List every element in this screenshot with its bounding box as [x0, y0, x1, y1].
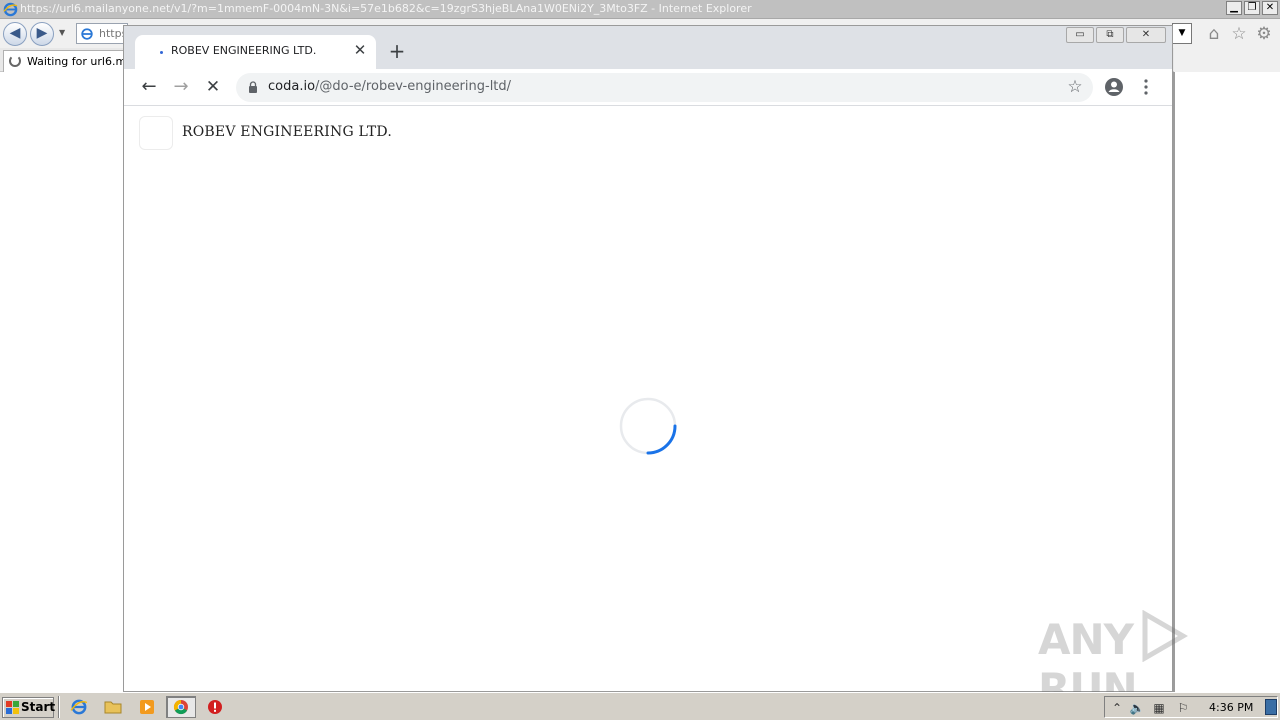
action-center-flag-icon[interactable]: ⚐ [1175, 700, 1191, 716]
doc-logo-placeholder [139, 116, 173, 150]
taskbar-explorer-folder-icon[interactable] [98, 696, 128, 718]
ie-back-button[interactable]: ◀ [3, 22, 27, 46]
loading-spinner-icon [619, 397, 677, 455]
ie-tools-gear-icon[interactable]: ⚙ [1254, 24, 1274, 44]
chrome-close-button[interactable]: ✕ [1126, 27, 1166, 43]
chrome-restore-button[interactable]: ⧉ [1096, 27, 1124, 43]
taskbar-stop-sign-icon[interactable] [200, 696, 230, 718]
ie-recent-pages-dropdown-icon[interactable]: ▼ [59, 28, 65, 37]
ie-minimize-button[interactable]: ▁ [1226, 1, 1242, 15]
ie-window-title: https://url6.mailanyone.net/v1/?m=1mmemF… [20, 2, 752, 15]
doc-title: ROBEV ENGINEERING LTD. [182, 124, 392, 140]
ie-page-icon [81, 28, 93, 40]
clock[interactable]: 4:36 PM [1209, 701, 1253, 714]
folder-icon [104, 701, 122, 714]
chrome-tab-strip: ROBEV ENGINEERING LTD. ✕ + ▭ ⧉ ✕ [124, 26, 1172, 69]
back-button[interactable]: ← [137, 75, 161, 99]
taskbar-media-player-icon[interactable] [132, 696, 162, 718]
ie-window-controls: ▁ ❐ ✕ [1226, 1, 1278, 15]
chrome-icon [173, 699, 188, 715]
profile-avatar-icon[interactable] [1104, 77, 1124, 97]
page-content: ROBEV ENGINEERING LTD. [124, 106, 1172, 691]
tray-expand-icon[interactable]: ⌃ [1109, 700, 1125, 716]
show-desktop-button[interactable] [1265, 699, 1277, 715]
ie-address-bar[interactable]: https [76, 23, 128, 44]
system-tray: ⌃ 🔈 ▦ ⚐ 4:36 PM [1104, 696, 1278, 718]
watermark-text-left: ANY [1038, 615, 1134, 664]
taskbar-chrome-icon[interactable] [166, 696, 196, 718]
chrome-window-controls: ▭ ⧉ ✕ [1066, 27, 1166, 43]
taskbar-separator [58, 696, 60, 718]
windows-flag-icon [6, 701, 19, 714]
stop-sign-icon [208, 700, 222, 714]
watermark-play-icon [1142, 609, 1188, 663]
stop-loading-button[interactable]: ✕ [201, 75, 225, 99]
ie-loading-icon [9, 55, 21, 67]
ie-favorites-icon[interactable]: ☆ [1229, 24, 1249, 44]
ie-restore-button[interactable]: ❐ [1244, 1, 1260, 15]
url-text: coda.io/@do-e/robev-engineering-ltd/ [268, 79, 511, 94]
start-label: Start [21, 700, 56, 714]
ie-icon [70, 699, 88, 715]
ie-title-bar: https://url6.mailanyone.net/v1/?m=1mmemF… [0, 0, 1280, 19]
bookmark-star-icon[interactable]: ☆ [1064, 76, 1086, 98]
network-icon[interactable]: ▦ [1151, 700, 1167, 716]
chrome-minimize-button[interactable]: ▭ [1066, 27, 1094, 43]
start-button[interactable]: Start [2, 697, 56, 718]
taskbar: Start ⌃ 🔈 ▦ ⚐ 4:36 PM [0, 692, 1280, 720]
url-path: /@do-e/robev-engineering-ltd/ [315, 79, 512, 94]
kebab-menu-icon[interactable] [1138, 77, 1154, 97]
ie-logo-icon [3, 2, 18, 17]
forward-button[interactable]: → [169, 75, 193, 99]
url-host: coda.io [268, 79, 316, 94]
tab-close-button[interactable]: ✕ [351, 41, 369, 59]
ie-tab[interactable]: Waiting for url6.mail [3, 50, 128, 72]
tab-title: ROBEV ENGINEERING LTD. [171, 44, 317, 57]
lock-icon[interactable] [248, 81, 258, 93]
media-player-icon [140, 700, 154, 714]
ie-forward-button[interactable]: ▶ [30, 22, 54, 46]
chrome-tab-robev[interactable]: ROBEV ENGINEERING LTD. ✕ [135, 35, 376, 69]
ie-tab-label: Waiting for url6.mail [27, 55, 127, 68]
ie-close-button[interactable]: ✕ [1262, 1, 1278, 15]
new-tab-button[interactable]: + [385, 39, 409, 63]
anyrun-watermark: ANY RUN [1038, 609, 1238, 713]
tab-loading-icon [160, 51, 163, 54]
chrome-toolbar: ← → ✕ coda.io/@do-e/robev-engineering-lt… [124, 69, 1172, 106]
volume-icon[interactable]: 🔈 [1129, 700, 1145, 716]
chrome-window: ROBEV ENGINEERING LTD. ✕ + ▭ ⧉ ✕ ← → ✕ c… [123, 25, 1173, 692]
ie-home-icon[interactable]: ⌂ [1204, 24, 1224, 44]
ie-address-dropdown-icon[interactable]: ▼ [1172, 23, 1192, 44]
ie-command-strip [1174, 48, 1280, 72]
taskbar-internet-explorer-icon[interactable] [64, 696, 94, 718]
address-bar[interactable]: coda.io/@do-e/robev-engineering-ltd/ ☆ [236, 73, 1093, 102]
